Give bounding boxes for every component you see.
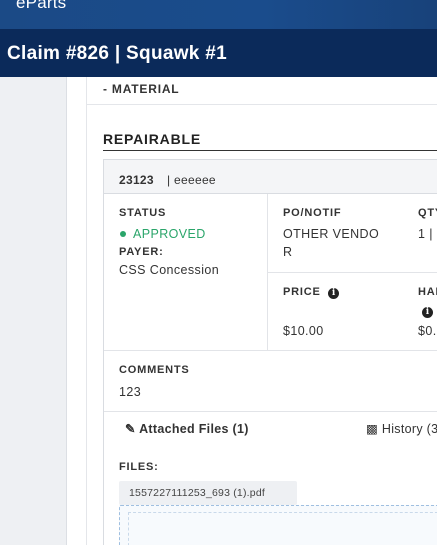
po-notif-label: PO/NOTIF <box>283 207 342 219</box>
part-description: | eeeeee <box>167 173 216 187</box>
po-notif-value-wrap: R <box>283 245 293 259</box>
paperclip-icon: ✎ <box>125 422 136 436</box>
status-value: APPROVED <box>133 227 206 241</box>
dropzone-inner <box>128 512 437 545</box>
qty-value: 1 | <box>418 227 433 241</box>
file-chip[interactable]: 1557227111253_693 (1).pdf <box>119 481 297 505</box>
payer-value: CSS Concession <box>119 263 220 277</box>
tab-history[interactable]: ▩ History (3 <box>366 421 437 436</box>
file-dropzone[interactable] <box>119 505 437 545</box>
handling-label: HAI <box>418 286 437 298</box>
book-icon: ▩ <box>366 422 379 436</box>
comments-label: COMMENTS <box>119 364 190 376</box>
row-divider <box>267 272 437 273</box>
part-number: 23123 <box>119 173 154 187</box>
page-title: Claim #826 | Squawk #1 <box>7 43 227 64</box>
comments-value: 123 <box>119 385 142 399</box>
status-dot-icon <box>120 231 126 237</box>
section-title-repairable: REPAIRABLE <box>103 131 201 147</box>
file-name: 1557227111253_693 (1).pdf <box>129 487 265 499</box>
brand-logo[interactable]: eParts <box>16 0 66 13</box>
tab-attached-files[interactable]: ✎ Attached Files (1) <box>125 421 249 436</box>
payer-label: PAYER: <box>119 246 164 258</box>
top-navbar: eParts <box>0 0 437 29</box>
info-icon[interactable]: i <box>328 288 340 299</box>
price-label: PRICE i <box>283 286 340 299</box>
row-divider <box>104 350 437 351</box>
card-header: 23123 | eeeeee <box>104 160 437 194</box>
files-label: FILES: <box>119 461 159 473</box>
price-value: $10.00 <box>283 324 324 338</box>
section-rule <box>103 150 437 151</box>
content-border <box>86 77 87 545</box>
tab-row: ✎ Attached Files (1) ▩ History (3 <box>104 411 437 443</box>
part-card: 23123 | eeeeee STATUS APPROVED PAYER: CS… <box>103 159 437 545</box>
qty-label: QTY <box>418 207 437 219</box>
tab-attached-files-label: Attached Files (1) <box>139 422 249 436</box>
status-label: STATUS <box>119 207 167 219</box>
material-section-toggle[interactable]: - MATERIAL <box>103 82 179 96</box>
divider <box>86 104 437 105</box>
handling-value: $0.0 <box>418 324 437 338</box>
tab-history-label: History (3 <box>381 422 437 436</box>
sidebar <box>0 77 66 545</box>
price-label-text: PRICE <box>283 286 321 298</box>
title-bar: Claim #826 | Squawk #1 <box>0 29 437 77</box>
po-notif-value: OTHER VENDO <box>283 227 380 241</box>
info-icon[interactable]: i <box>422 307 433 318</box>
